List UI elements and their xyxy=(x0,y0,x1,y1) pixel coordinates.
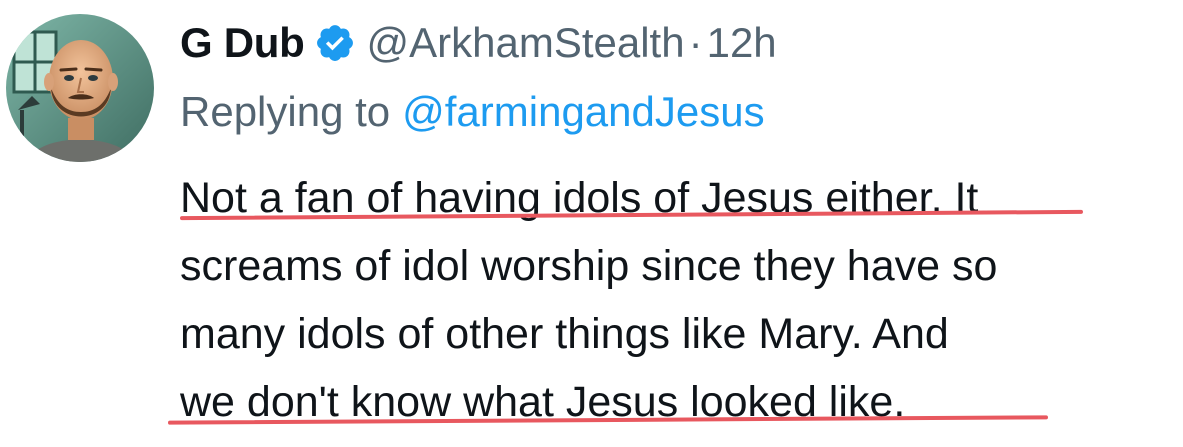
tweet-text: Not a fan of having idols of Jesus eithe… xyxy=(180,164,1170,436)
tweet-timestamp[interactable]: 12h xyxy=(707,19,777,67)
verified-badge-icon xyxy=(314,22,356,64)
avatar[interactable] xyxy=(6,14,154,162)
tweet-text-line: many idols of other things like Mary. An… xyxy=(180,310,949,358)
tweet-card[interactable]: G Dub @ArkhamStealth · 12h Replying to @… xyxy=(0,0,1183,447)
tweet-text-line: screams of idol worship since they have … xyxy=(180,242,998,290)
tweet-text-line: Not a fan of having idols of Jesus eithe… xyxy=(180,174,979,222)
reply-to-handle-link[interactable]: @farmingandJesus xyxy=(402,88,764,136)
reply-context: Replying to @farmingandJesus xyxy=(180,82,765,142)
author-display-name[interactable]: G Dub xyxy=(180,19,305,67)
avatar-illustration xyxy=(6,14,154,162)
tweet-text-line: we don't know what Jesus looked like. xyxy=(180,378,906,426)
reply-label: Replying to xyxy=(180,88,391,135)
tweet-header: G Dub @ArkhamStealth · 12h xyxy=(180,12,777,74)
header-separator: · xyxy=(688,19,703,66)
author-handle[interactable]: @ArkhamStealth xyxy=(366,19,684,67)
